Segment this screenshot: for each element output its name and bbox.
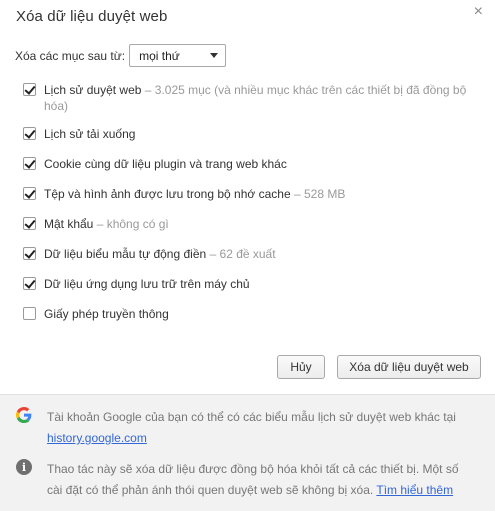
checkbox[interactable]: [23, 83, 36, 96]
time-range-select[interactable]: mọi thứ: [129, 44, 227, 67]
clear-data-button[interactable]: Xóa dữ liệu duyệt web: [337, 355, 481, 379]
option-label: Tệp và hình ảnh được lưu trong bộ nhớ ca…: [44, 187, 291, 201]
option-cache[interactable]: Tệp và hình ảnh được lưu trong bộ nhớ ca…: [23, 186, 345, 202]
option-label: Cookie cùng dữ liệu plugin và trang web …: [44, 157, 287, 171]
sync-note: i Thao tác này sẽ xóa dữ liệu được đồng …: [16, 459, 477, 501]
clear-browsing-data-dialog: Xóa dữ liệu duyệt web × Xóa các mục sau …: [0, 0, 495, 511]
option-detail: – 528 MB: [290, 187, 346, 201]
option-media-licenses[interactable]: Giấy phép truyền thông: [23, 306, 169, 322]
time-range-row: Xóa các mục sau từ: mọi thứ: [15, 44, 227, 67]
option-download-history[interactable]: Lịch sử tải xuống: [23, 126, 135, 142]
option-label: Dữ liệu ứng dụng lưu trữ trên máy chủ: [44, 277, 250, 291]
option-detail: – 62 đề xuất: [206, 247, 276, 261]
checkbox[interactable]: [23, 187, 36, 200]
checkbox[interactable]: [23, 127, 36, 140]
checkbox[interactable]: [23, 307, 36, 320]
option-hosted-app-data[interactable]: Dữ liệu ứng dụng lưu trữ trên máy chủ: [23, 276, 250, 292]
option-passwords[interactable]: Mật khẩu – không có gì: [23, 216, 169, 232]
option-cookies[interactable]: Cookie cùng dữ liệu plugin và trang web …: [23, 156, 287, 172]
info-icon: i: [16, 459, 32, 475]
chevron-down-icon: [210, 53, 219, 58]
option-label: Dữ liệu biểu mẫu tự động điền: [44, 247, 207, 261]
option-detail: – không có gì: [93, 217, 169, 231]
history-link[interactable]: history.google.com: [47, 431, 147, 445]
option-label: Lịch sử duyệt web: [44, 83, 142, 97]
close-icon[interactable]: ×: [474, 4, 483, 20]
dialog-title: Xóa dữ liệu duyệt web: [16, 8, 168, 25]
learn-more-link[interactable]: Tìm hiểu thêm: [376, 483, 453, 497]
option-label: Giấy phép truyền thông: [44, 307, 169, 321]
checkbox[interactable]: [23, 247, 36, 260]
checkbox[interactable]: [23, 277, 36, 290]
time-range-value: mọi thứ: [139, 48, 180, 63]
cancel-button[interactable]: Hủy: [277, 355, 325, 379]
dialog-footer: Tài khoản Google của bạn có thể có các b…: [0, 394, 495, 511]
option-browsing-history[interactable]: Lịch sử duyệt web – 3.025 mục (và nhiều …: [23, 82, 484, 114]
checkbox[interactable]: [23, 217, 36, 230]
checkbox[interactable]: [23, 157, 36, 170]
option-label: Lịch sử tải xuống: [44, 127, 136, 141]
google-g-icon: [16, 407, 32, 423]
google-account-note: Tài khoản Google của bạn có thể có các b…: [16, 407, 477, 449]
option-autofill[interactable]: Dữ liệu biểu mẫu tự động điền – 62 đề xu…: [23, 246, 276, 262]
google-note-text: Tài khoản Google của bạn có thể có các b…: [47, 410, 456, 424]
option-label: Mật khẩu: [44, 217, 94, 231]
time-range-label: Xóa các mục sau từ:: [15, 48, 126, 63]
